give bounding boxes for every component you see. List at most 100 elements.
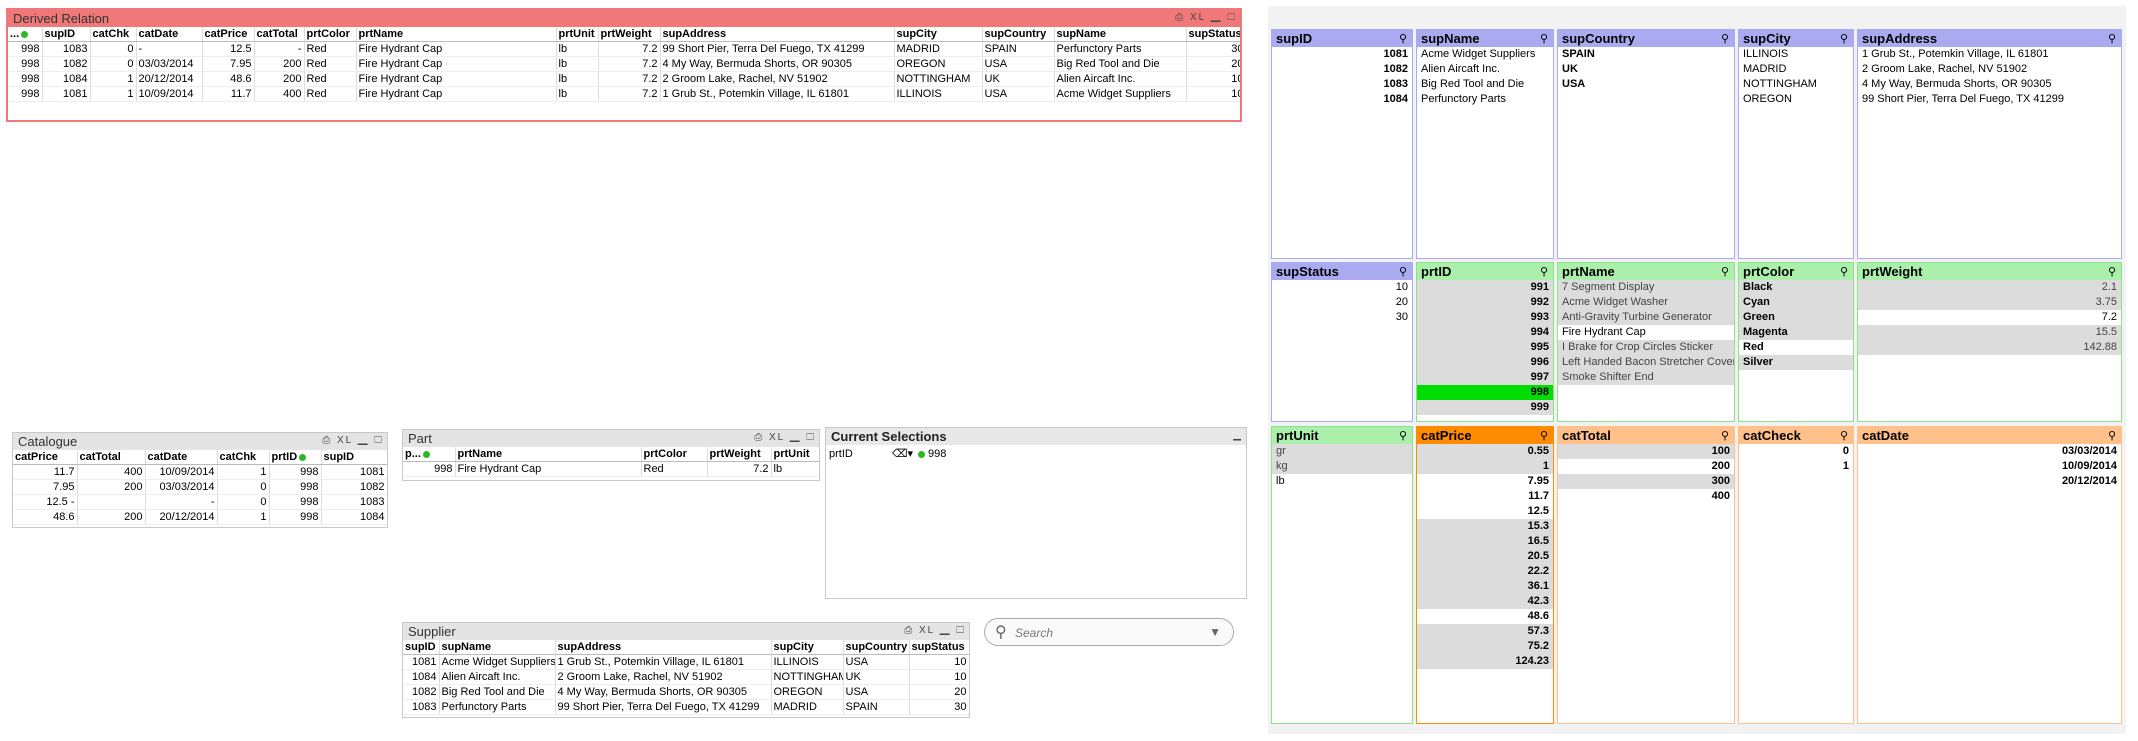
listbox-item[interactable]: Fire Hydrant Cap xyxy=(1558,325,1734,340)
search-icon[interactable]: ⚲ xyxy=(1721,32,1729,45)
listbox-item[interactable]: 12.5 xyxy=(1417,504,1553,519)
column-header[interactable]: ... xyxy=(8,27,43,42)
column-header[interactable]: catPrice xyxy=(202,27,255,42)
search-icon[interactable]: ⚲ xyxy=(2108,429,2116,442)
listbox-item[interactable]: MADRID xyxy=(1739,62,1853,77)
maximize-icon[interactable]: ☐ xyxy=(1227,12,1237,23)
column-header[interactable]: supName xyxy=(1054,27,1187,42)
listbox-item[interactable]: 48.6 xyxy=(1417,609,1553,624)
current-selection-row[interactable]: prtID ⌫▾ 998 xyxy=(826,447,1246,463)
listbox-item[interactable]: 20 xyxy=(1272,295,1412,310)
listbox-header[interactable]: prtUnit ⚲ xyxy=(1272,427,1412,444)
column-header[interactable]: supAddress xyxy=(660,27,895,42)
listbox-prtweight[interactable]: prtWeight ⚲ 2.1 3.75 7.2 15.5 142.88 xyxy=(1857,262,2122,422)
listbox-item[interactable]: gr xyxy=(1272,444,1412,459)
listbox-item[interactable]: Left Handed Bacon Stretcher Cover xyxy=(1558,355,1734,370)
search-icon[interactable]: ⚲ xyxy=(1721,429,1729,442)
listbox-item[interactable]: 3.75 xyxy=(1858,295,2121,310)
chevron-down-icon[interactable]: ▼ xyxy=(1209,625,1221,639)
column-header[interactable]: prtName xyxy=(356,27,557,42)
listbox-item[interactable]: I Brake for Crop Circles Sticker xyxy=(1558,340,1734,355)
listbox-item[interactable]: Acme Widget Washer xyxy=(1558,295,1734,310)
listbox-item[interactable]: Silver xyxy=(1739,355,1853,370)
listbox-item[interactable]: 03/03/2014 xyxy=(1858,444,2121,459)
listbox-item[interactable]: 300 xyxy=(1558,474,1734,489)
search-box[interactable]: ⚲ Search ▼ xyxy=(984,618,1234,646)
column-header[interactable]: prtColor xyxy=(641,447,708,462)
search-icon[interactable]: ⚲ xyxy=(1840,265,1848,278)
column-header[interactable]: supCountry xyxy=(982,27,1055,42)
listbox-item[interactable]: 42.3 xyxy=(1417,594,1553,609)
column-header[interactable]: supName xyxy=(439,640,556,655)
current-selections-box[interactable]: Current Selections ▁ prtID ⌫▾ 998 xyxy=(825,427,1247,599)
listbox-item[interactable]: Green xyxy=(1739,310,1853,325)
supplier-table[interactable]: Supplier ⎙ XL ▁ ☐ supID supName supAddress… xyxy=(402,622,970,718)
listbox-item[interactable]: 100 xyxy=(1558,444,1734,459)
listbox-item[interactable]: 1 Grub St., Potemkin Village, IL 61801 xyxy=(1858,47,2121,62)
table-row[interactable]: 998 1084 1 20/12/2014 48.6 200 Red Fire Hydrant… xyxy=(8,71,1240,87)
listbox-item[interactable]: Alien Aircaft Inc. xyxy=(1417,62,1553,77)
listbox-item[interactable]: 0 xyxy=(1739,444,1853,459)
listbox-item[interactable]: 7.95 xyxy=(1417,474,1553,489)
listbox-catcheck[interactable]: catCheck ⚲ 0 1 xyxy=(1738,426,1854,724)
listbox-item[interactable]: 10 xyxy=(1272,280,1412,295)
listbox-item[interactable]: 1 xyxy=(1739,459,1853,474)
listbox-item[interactable]: 15.3 xyxy=(1417,519,1553,534)
listbox-item[interactable]: 20/12/2014 xyxy=(1858,474,2121,489)
listbox-supaddress[interactable]: supAddress ⚲ 1 Grub St., Potemkin Village,… xyxy=(1857,29,2122,259)
listbox-item[interactable]: Cyan xyxy=(1739,295,1853,310)
listbox-header[interactable]: prtName ⚲ xyxy=(1558,263,1734,280)
listbox-header[interactable]: prtID ⚲ xyxy=(1417,263,1553,280)
listbox-item[interactable]: lb xyxy=(1272,474,1412,489)
minimize-icon[interactable]: ▁ xyxy=(940,625,952,636)
column-header[interactable]: prtUnit xyxy=(771,447,819,462)
listbox-item[interactable]: 992 xyxy=(1417,295,1553,310)
column-header[interactable]: prtWeight xyxy=(707,447,772,462)
listbox-item[interactable]: 1 xyxy=(1417,459,1553,474)
column-header[interactable]: supID xyxy=(42,27,91,42)
listbox-catprice[interactable]: catPrice ⚲ 0.55 1 7.95 11.7 12.5 15.3 16.5 20.5 22… xyxy=(1416,426,1554,724)
listbox-header[interactable]: supCountry ⚲ xyxy=(1558,30,1734,47)
listbox-header[interactable]: supAddress ⚲ xyxy=(1858,30,2121,47)
maximize-icon[interactable]: ☐ xyxy=(956,625,966,636)
column-header[interactable]: supAddress xyxy=(555,640,772,655)
column-header[interactable]: prtID xyxy=(269,450,322,465)
listbox-item[interactable]: 998 xyxy=(1417,385,1553,400)
maximize-icon[interactable]: ☐ xyxy=(806,432,816,443)
table-row[interactable]: 1082 Big Red Tool and Die 4 My Way, Bermud… xyxy=(403,684,969,700)
listbox-item[interactable]: Black xyxy=(1739,280,1853,295)
column-header[interactable]: catChk xyxy=(217,450,270,465)
search-icon[interactable]: ⚲ xyxy=(1840,429,1848,442)
listbox-supstatus[interactable]: supStatus ⚲ 10 20 30 xyxy=(1271,262,1413,422)
table-row[interactable]: 48.6 200 20/12/2014 1 998 1084 xyxy=(13,509,387,525)
listbox-item[interactable]: 996 xyxy=(1417,355,1553,370)
listbox-header[interactable]: catPrice ⚲ xyxy=(1417,427,1553,444)
column-header[interactable]: prtUnit xyxy=(556,27,599,42)
table-row[interactable]: 7.95 200 03/03/2014 0 998 1082 xyxy=(13,479,387,495)
part-table[interactable]: Part ⎙ XL ▁ ☐ p... prtName prtColor prtWeig… xyxy=(402,429,820,481)
excel-icon[interactable]: XL xyxy=(769,432,785,443)
listbox-cattotal[interactable]: catTotal ⚲ 100 200 300 400 xyxy=(1557,426,1735,724)
minimize-icon[interactable]: ▁ xyxy=(1211,12,1223,23)
listbox-header[interactable]: catCheck ⚲ xyxy=(1739,427,1853,444)
supplier-caption[interactable]: Supplier ⎙ XL ▁ ☐ xyxy=(403,623,969,640)
column-header[interactable]: supCity xyxy=(771,640,844,655)
listbox-item[interactable]: 10/09/2014 xyxy=(1858,459,2121,474)
listbox-item[interactable]: 75.2 xyxy=(1417,639,1553,654)
listbox-supname[interactable]: supName ⚲ Acme Widget Suppliers Alien Airca… xyxy=(1416,29,1554,259)
listbox-header[interactable]: prtColor ⚲ xyxy=(1739,263,1853,280)
listbox-item[interactable]: 995 xyxy=(1417,340,1553,355)
catalogue-caption[interactable]: Catalogue ⎙ XL ▁ ☐ xyxy=(13,433,387,450)
listbox-item[interactable]: 30 xyxy=(1272,310,1412,325)
listbox-item[interactable]: USA xyxy=(1558,77,1734,92)
listbox-header[interactable]: catDate ⚲ xyxy=(1858,427,2121,444)
listbox-item[interactable]: Anti-Gravity Turbine Generator xyxy=(1558,310,1734,325)
column-header[interactable]: catTotal xyxy=(77,450,146,465)
caption-controls[interactable]: ⎙ XL ▁ ☐ xyxy=(1175,12,1237,23)
listbox-item[interactable]: ILLINOIS xyxy=(1739,47,1853,62)
listbox-header[interactable]: prtWeight ⚲ xyxy=(1858,263,2121,280)
listbox-catdate[interactable]: catDate ⚲ 03/03/2014 10/09/2014 20/12/2014 xyxy=(1857,426,2122,724)
listbox-item[interactable]: 1082 xyxy=(1272,62,1412,77)
listbox-header[interactable]: supName ⚲ xyxy=(1417,30,1553,47)
print-icon[interactable]: ⎙ xyxy=(754,432,764,443)
